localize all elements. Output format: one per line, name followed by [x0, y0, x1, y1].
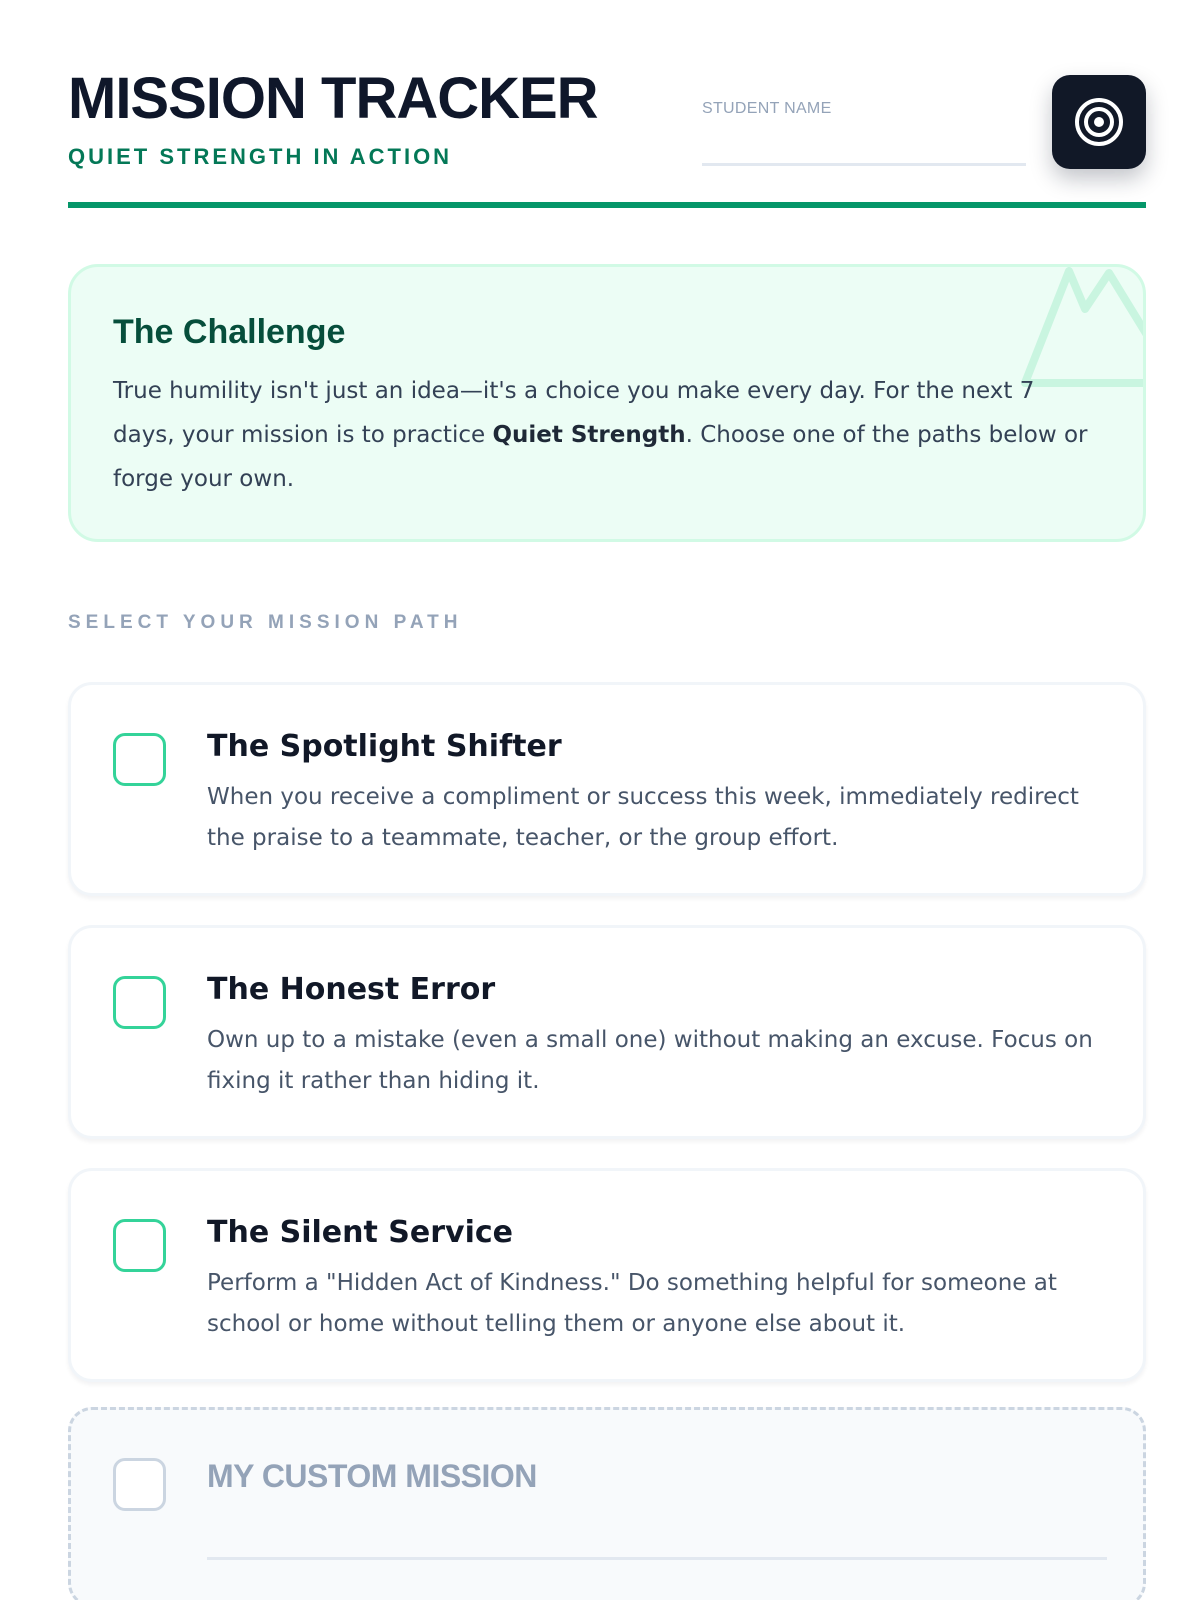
page-subtitle: QUIET STRENGTH IN ACTION	[68, 144, 453, 169]
mission-card-silent-service[interactable]: The Silent Service Perform a "Hidden Act…	[68, 1168, 1146, 1382]
mission-title: The Honest Error	[207, 972, 496, 1007]
mission-description: Perform a "Hidden Act of Kindness." Do s…	[207, 1270, 1057, 1337]
custom-mission-card: MY CUSTOM MISSION	[68, 1407, 1146, 1600]
custom-mission-title: MY CUSTOM MISSION	[207, 1458, 537, 1494]
challenge-card: The Challenge True humility isn't just a…	[68, 264, 1146, 542]
header-divider	[68, 202, 1146, 208]
target-button[interactable]	[1052, 75, 1146, 169]
mission-card-honest-error[interactable]: The Honest Error Own up to a mistake (ev…	[68, 925, 1146, 1139]
challenge-text: True humility isn't just an idea—it's a …	[113, 369, 1093, 501]
section-label: SELECT YOUR MISSION PATH	[68, 612, 463, 633]
custom-mission-checkbox[interactable]	[113, 1458, 166, 1511]
header: MISSION TRACKER QUIET STRENGTH IN ACTION…	[68, 60, 1146, 210]
mission-checkbox[interactable]	[113, 976, 166, 1029]
mission-tracker-page: MISSION TRACKER QUIET STRENGTH IN ACTION…	[0, 0, 1200, 1600]
mission-description: Own up to a mistake (even a small one) w…	[207, 1027, 1093, 1094]
student-name-field: STUDENT NAME	[702, 100, 1026, 168]
mission-title: The Silent Service	[207, 1215, 513, 1250]
student-name-label: STUDENT NAME	[702, 100, 832, 117]
mission-checkbox[interactable]	[113, 733, 166, 786]
page-title: MISSION TRACKER	[68, 66, 599, 131]
mission-title: The Spotlight Shifter	[207, 729, 562, 764]
student-name-input[interactable]	[702, 128, 1026, 166]
custom-mission-input[interactable]	[207, 1514, 1107, 1560]
target-icon	[1075, 98, 1123, 146]
mission-card-spotlight-shifter[interactable]: The Spotlight Shifter When you receive a…	[68, 682, 1146, 896]
mission-checkbox[interactable]	[113, 1219, 166, 1272]
challenge-title: The Challenge	[113, 313, 346, 351]
challenge-text-highlight: Quiet Strength	[492, 422, 686, 448]
mission-description: When you receive a compliment or success…	[207, 784, 1079, 851]
